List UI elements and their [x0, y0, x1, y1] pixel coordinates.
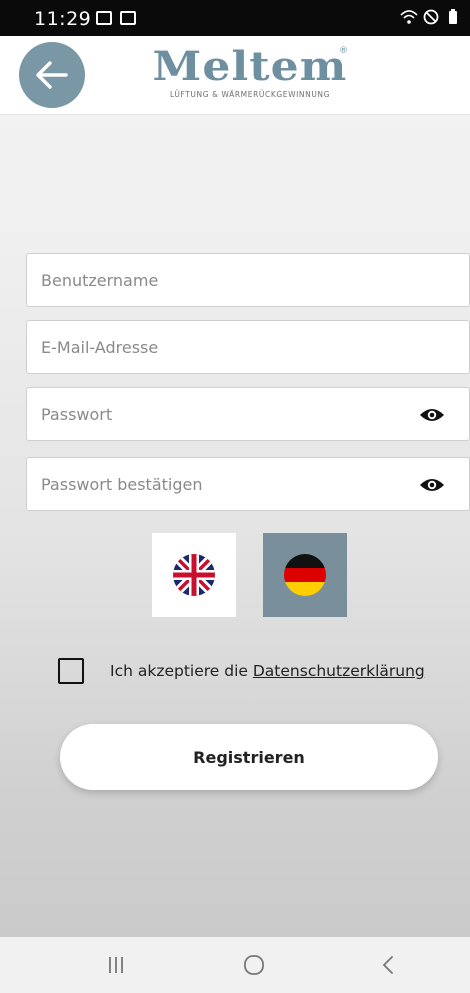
gallery-icon	[96, 11, 112, 25]
username-input[interactable]	[27, 254, 469, 306]
logo-registered-mark: ®	[339, 46, 348, 56]
eye-icon[interactable]	[419, 405, 445, 425]
email-input[interactable]	[27, 321, 469, 373]
password-input[interactable]	[27, 388, 469, 440]
registration-screen: 11:29 Meltem ® LÜFTUNG & WÄRMERÜCKGEWINN…	[0, 0, 470, 993]
status-right-icons	[400, 8, 462, 26]
system-nav-bar	[0, 937, 470, 993]
uk-flag-icon	[173, 554, 215, 596]
app-header: Meltem ® LÜFTUNG & WÄRMERÜCKGEWINNUNG	[0, 36, 470, 115]
privacy-consent-label: Ich akzeptiere die Datenschutzerklärung	[110, 662, 425, 680]
password-confirm-input[interactable]	[27, 458, 469, 510]
privacy-policy-link[interactable]: Datenschutzerklärung	[253, 662, 425, 680]
privacy-consent-checkbox[interactable]	[58, 658, 84, 684]
register-button[interactable]: Registrieren	[60, 724, 438, 790]
status-bar: 11:29	[0, 0, 470, 36]
home-icon[interactable]	[239, 953, 269, 977]
recents-icon[interactable]	[101, 953, 131, 977]
password-confirm-field	[26, 457, 470, 511]
language-english-button[interactable]	[152, 533, 236, 617]
no-sim-icon	[423, 9, 439, 25]
consent-prefix: Ich akzeptiere die	[110, 662, 248, 680]
back-button[interactable]	[19, 42, 85, 108]
wifi-icon	[400, 10, 418, 24]
password-field	[26, 387, 470, 441]
back-icon[interactable]	[374, 953, 404, 977]
arrow-left-icon	[36, 61, 68, 89]
meltem-logo: Meltem ® LÜFTUNG & WÄRMERÜCKGEWINNUNG	[148, 46, 352, 108]
status-time: 11:29	[34, 8, 92, 30]
eye-icon[interactable]	[419, 475, 445, 495]
logo-tagline: LÜFTUNG & WÄRMERÜCKGEWINNUNG	[169, 90, 331, 99]
germany-flag-icon	[284, 554, 326, 596]
battery-icon	[449, 9, 457, 24]
language-german-button[interactable]	[263, 533, 347, 617]
logo-wordmark: Meltem	[152, 43, 348, 90]
username-field	[26, 253, 470, 307]
message-icon	[120, 11, 136, 25]
email-field	[26, 320, 470, 374]
